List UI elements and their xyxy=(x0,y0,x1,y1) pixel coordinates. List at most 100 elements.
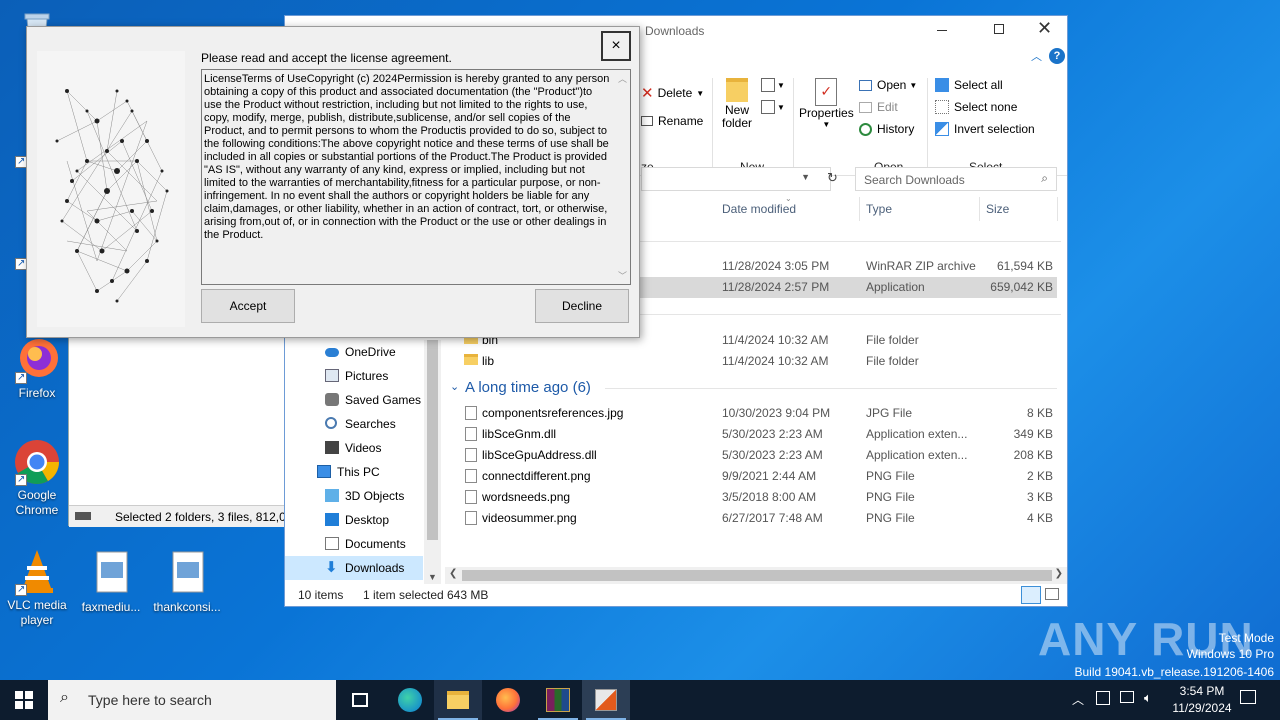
scroll-right-icon[interactable]: ❯ xyxy=(1055,568,1063,579)
table-row[interactable]: componentsreferences.jpg 10/30/2023 9:04… xyxy=(445,403,1057,424)
new-folder-label: New folder xyxy=(721,103,753,130)
help-icon[interactable]: ? xyxy=(1049,48,1065,64)
refresh-icon[interactable]: ↻ xyxy=(827,170,838,186)
details-view-icon[interactable] xyxy=(1021,586,1041,604)
taskbar-setup-app[interactable] xyxy=(582,680,630,720)
properties-button[interactable]: ✓ Properties ▼ xyxy=(799,78,854,129)
background-window[interactable]: Selected 2 folders, 3 files, 812,08 xyxy=(68,330,292,527)
scroll-down-icon[interactable]: ﹀ xyxy=(618,269,627,282)
desktop-icon-firefox[interactable]: Firefox xyxy=(0,336,74,401)
scroll-up-icon[interactable]: ︿ xyxy=(618,72,627,85)
scrollbar-thumb[interactable] xyxy=(427,340,438,540)
table-row[interactable]: libSceGpuAddress.dll 5/30/2023 2:23 AM A… xyxy=(445,445,1057,466)
scroll-left-icon[interactable]: ❮ xyxy=(449,568,457,579)
nav-item-searches[interactable]: Searches xyxy=(285,412,423,436)
history-button[interactable]: History xyxy=(859,122,914,136)
invert-selection-button[interactable]: Invert selection xyxy=(935,122,1035,136)
easy-access-button[interactable]: ▼ xyxy=(761,100,785,114)
delete-icon: ✕ xyxy=(641,85,654,102)
videos-icon xyxy=(325,441,339,454)
new-folder-button[interactable]: New folder xyxy=(719,78,755,130)
new-item-button[interactable]: ▼ xyxy=(761,78,785,92)
nav-label: Documents xyxy=(345,537,406,551)
horizontal-scrollbar[interactable]: ❮ ❯ xyxy=(445,567,1067,584)
edit-button[interactable]: Edit xyxy=(859,100,898,114)
accept-button[interactable]: Accept xyxy=(201,289,295,323)
file-name: wordsneeds.png xyxy=(482,490,571,504)
table-row[interactable]: lib 11/4/2024 10:32 AM File folder xyxy=(445,351,1057,372)
taskbar-winrar[interactable] xyxy=(534,680,582,720)
searches-icon xyxy=(325,417,337,429)
rename-button[interactable]: Rename xyxy=(641,114,703,128)
chevron-down-icon: ▼ xyxy=(822,120,831,129)
table-row[interactable]: videosummer.png 6/27/2017 7:48 AM PNG Fi… xyxy=(445,508,1057,529)
desktop-icon-faxmedium[interactable]: faxmediu... xyxy=(74,550,148,615)
column-header-date[interactable]: Date modified xyxy=(722,202,796,216)
nav-item-desktop[interactable]: Desktop xyxy=(285,508,423,532)
column-header-size[interactable]: Size xyxy=(986,202,1009,216)
delete-button[interactable]: ✕ Delete ▼ xyxy=(641,84,704,102)
chevron-up-icon[interactable]: ︿ xyxy=(1072,691,1084,708)
clock-date[interactable]: 11/29/2024 xyxy=(1166,701,1238,715)
desktop-icon-chrome[interactable]: Google Chrome xyxy=(0,438,74,518)
nav-item-saved-games[interactable]: Saved Games xyxy=(285,388,423,412)
network-icon[interactable] xyxy=(1096,691,1110,705)
nav-item-onedrive[interactable]: OneDrive xyxy=(285,340,423,364)
close-button[interactable]: ✕ xyxy=(1037,18,1052,39)
large-icons-view-icon[interactable] xyxy=(1045,588,1059,600)
nav-item-this-pc[interactable]: This PC xyxy=(285,460,423,484)
desktop-icon-thankconsider[interactable]: thankconsi... xyxy=(150,550,224,615)
nav-item-downloads[interactable]: ⬇ Downloads xyxy=(285,556,423,580)
taskbar-edge[interactable] xyxy=(386,680,434,720)
scroll-down-icon[interactable]: ▼ xyxy=(428,572,437,582)
start-button[interactable] xyxy=(0,680,48,720)
taskbar-search-box[interactable]: ⌕ Type here to search xyxy=(48,680,336,720)
file-size: 349 KB xyxy=(1013,427,1053,441)
watermark-text-3: Build 19041.vb_release.191206-1406 xyxy=(1074,665,1275,679)
dialog-close-button[interactable]: × xyxy=(601,31,631,61)
nav-item-videos[interactable]: Videos xyxy=(285,436,423,460)
task-view-button[interactable] xyxy=(336,680,384,720)
minimize-button[interactable] xyxy=(937,30,947,31)
nav-item-documents[interactable]: Documents xyxy=(285,532,423,556)
nav-item-3d-objects[interactable]: 3D Objects xyxy=(285,484,423,508)
nav-label: Searches xyxy=(345,417,396,431)
license-scrollbar[interactable]: ︿ ﹀ xyxy=(615,70,630,284)
chevron-down-icon: ▼ xyxy=(777,80,785,90)
clock-time[interactable]: 3:54 PM xyxy=(1172,684,1232,698)
taskbar-firefox[interactable] xyxy=(484,680,532,720)
license-dialog[interactable]: Please read and accept the license agree… xyxy=(26,26,640,338)
dll-file-icon xyxy=(465,427,477,441)
decline-button[interactable]: Decline xyxy=(535,289,629,323)
nav-item-pictures[interactable]: Pictures xyxy=(285,364,423,388)
ribbon-collapse-icon[interactable]: ︿ xyxy=(1031,48,1042,64)
group-header[interactable]: A long time ago (6) xyxy=(465,379,591,396)
column-divider xyxy=(1057,197,1058,221)
windows-icon xyxy=(15,691,33,709)
table-row[interactable]: libSceGnm.dll 5/30/2023 2:23 AM Applicat… xyxy=(445,424,1057,445)
table-row[interactable]: connectdifferent.png 9/9/2021 2:44 AM PN… xyxy=(445,466,1057,487)
volume-icon[interactable]: 🔈︎ xyxy=(1144,690,1152,706)
open-button[interactable]: Open ▼ xyxy=(859,78,917,92)
notification-icon[interactable] xyxy=(1240,690,1256,704)
scrollbar-thumb[interactable] xyxy=(462,570,1052,581)
search-box[interactable]: Search Downloads ⌕ xyxy=(855,167,1057,191)
column-header-type[interactable]: Type xyxy=(866,202,892,216)
desktop-icon-vlc[interactable]: VLC media player xyxy=(0,548,74,628)
select-all-button[interactable]: Select all xyxy=(935,78,1003,92)
search-input[interactable]: Search Downloads xyxy=(864,173,965,187)
maximize-button[interactable] xyxy=(994,24,1004,34)
chrome-icon xyxy=(13,438,61,487)
select-none-button[interactable]: Select none xyxy=(935,100,1017,114)
nav-scrollbar[interactable]: ▼ xyxy=(424,340,441,584)
license-textbox[interactable]: LicenseTerms of UseCopyright (c) 2024Per… xyxy=(201,69,631,285)
group-collapse-icon[interactable]: ⌄ xyxy=(450,380,459,393)
table-row[interactable]: wordsneeds.png 3/5/2018 8:00 AM PNG File… xyxy=(445,487,1057,508)
taskbar-file-explorer[interactable] xyxy=(434,680,482,720)
documents-icon xyxy=(325,537,339,550)
ribbon-separator xyxy=(793,78,794,172)
ethernet-icon[interactable] xyxy=(1120,691,1134,703)
winrar-icon xyxy=(546,688,570,712)
taskbar-search-input[interactable]: Type here to search xyxy=(88,692,212,708)
address-bar[interactable]: ▼ xyxy=(641,167,831,191)
